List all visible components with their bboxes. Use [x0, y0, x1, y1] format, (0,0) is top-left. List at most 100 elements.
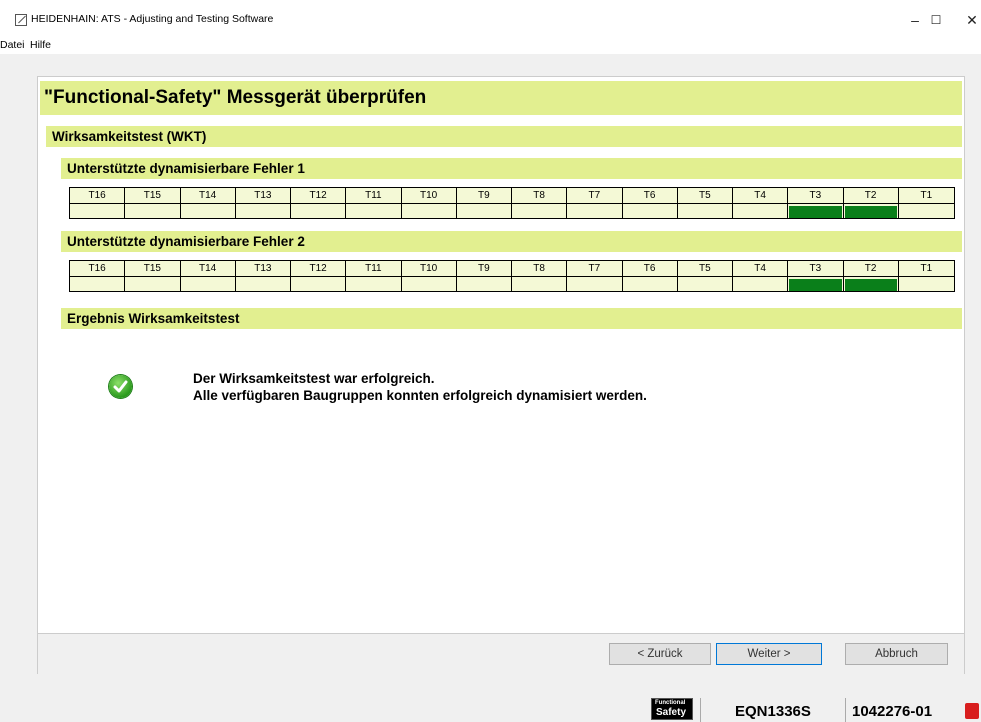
status-cell: [346, 204, 402, 219]
status-cell: [402, 204, 457, 219]
section-result-title: Ergebnis Wirksamkeitstest: [67, 311, 240, 326]
status-cell: [844, 277, 899, 292]
section-errors-2-title: Unterstützte dynamisierbare Fehler 2: [67, 234, 305, 249]
column-header: T14: [181, 188, 236, 203]
device-id: 1042276-01: [852, 703, 933, 720]
status-cell: [567, 277, 623, 292]
back-button[interactable]: < Zurück: [609, 643, 711, 665]
status-cell: [844, 204, 899, 219]
status-cell: [291, 204, 347, 219]
column-header: T15: [125, 261, 181, 276]
errors-2-grid: T16 T15 T14 T13 T12 T11 T10 T9 T8 T7 T6 T5 T4 T3 T2 T1: [69, 260, 955, 292]
status-divider: [845, 698, 846, 722]
column-header: T3: [788, 261, 844, 276]
menu-hilfe[interactable]: Hilfe: [30, 39, 51, 51]
active-indicator: [844, 279, 897, 291]
section-errors-2: Unterstützte dynamisierbare Fehler 2: [61, 231, 962, 252]
status-bar: [0, 700, 981, 722]
status-cell: [457, 277, 512, 292]
column-header: T4: [733, 261, 789, 276]
title-bar: HEIDENHAIN: ATS - Adjusting and Testing …: [0, 0, 981, 38]
status-cell: [678, 277, 733, 292]
logo-line-2: Safety: [656, 707, 687, 718]
status-cell: [125, 277, 181, 292]
section-errors-1: Unterstützte dynamisierbare Fehler 1: [61, 158, 962, 179]
status-cell: [733, 204, 789, 219]
active-indicator: [789, 206, 842, 218]
status-cell: [402, 277, 457, 292]
column-header: T11: [346, 188, 402, 203]
column-header: T9: [457, 188, 512, 203]
logo-line-1: Functional: [655, 700, 686, 706]
column-header: T10: [402, 261, 457, 276]
status-cell: [899, 277, 954, 292]
status-cell: [678, 204, 733, 219]
status-cell: [788, 277, 844, 292]
active-indicator: [844, 206, 897, 218]
status-cell: [236, 204, 291, 219]
column-header: T5: [678, 188, 733, 203]
column-header: T7: [567, 261, 623, 276]
status-cell: [236, 277, 291, 292]
functional-safety-logo: Functional Safety: [651, 698, 693, 720]
status-cell: [181, 204, 236, 219]
section-result: Ergebnis Wirksamkeitstest: [61, 308, 962, 329]
column-header: T12: [291, 261, 347, 276]
status-cell: [70, 204, 126, 219]
minimize-button[interactable]: –: [905, 10, 925, 30]
status-cell: [788, 204, 844, 219]
column-header: T15: [125, 188, 181, 203]
section-errors-1-title: Unterstützte dynamisierbare Fehler 1: [67, 161, 305, 176]
section-wkt-title: Wirksamkeitstest (WKT): [52, 129, 207, 144]
column-header: T16: [70, 261, 126, 276]
success-check-icon: [109, 375, 132, 398]
column-header: T14: [181, 261, 236, 276]
status-cell: [291, 277, 347, 292]
column-header: T13: [236, 261, 291, 276]
status-cell: [733, 277, 789, 292]
status-cell: [512, 204, 568, 219]
result-line-2: Alle verfügbaren Baugruppen konnten erfo…: [193, 388, 647, 403]
column-header: T12: [291, 188, 347, 203]
column-header: T1: [920, 263, 933, 274]
column-header: T13: [236, 188, 291, 203]
errors-1-grid: T16 T15 T14 T13 T12 T11 T10 T9 T8 T7 T6 T5 T4 T3 T2 T1: [69, 187, 955, 219]
column-header: T2: [844, 261, 899, 276]
active-indicator: [789, 279, 842, 291]
maximize-button[interactable]: ☐: [926, 10, 946, 30]
status-divider: [700, 698, 701, 722]
close-button[interactable]: ✕: [962, 10, 981, 30]
column-header: T6: [623, 261, 678, 276]
status-cell: [457, 204, 512, 219]
button-bar: [38, 633, 964, 674]
section-wkt: Wirksamkeitstest (WKT): [46, 126, 962, 147]
status-cell: [623, 277, 678, 292]
cancel-button[interactable]: Abbruch: [845, 643, 948, 665]
column-header: T8: [512, 261, 568, 276]
next-button[interactable]: Weiter >: [716, 643, 822, 665]
column-header: T4: [733, 188, 789, 203]
page-title: "Functional-Safety" Messgerät überprüfen: [44, 87, 427, 108]
column-header: T11: [346, 261, 402, 276]
page-header: "Functional-Safety" Messgerät überprüfen: [40, 81, 962, 115]
menu-datei[interactable]: Datei: [0, 39, 25, 51]
result-line-1: Der Wirksamkeitstest war erfolgreich.: [193, 371, 435, 386]
status-cell: [899, 204, 954, 219]
column-header: T1: [920, 190, 933, 201]
column-header: T3: [788, 188, 844, 203]
status-cell: [70, 277, 126, 292]
status-cell: [623, 204, 678, 219]
status-cell: [512, 277, 568, 292]
status-cell: [346, 277, 402, 292]
column-header: T2: [844, 188, 899, 203]
menu-bar: Datei Hilfe: [0, 38, 981, 54]
alert-icon: [965, 703, 979, 719]
column-header: T7: [567, 188, 623, 203]
app-icon: [15, 14, 27, 26]
column-header: T10: [402, 188, 457, 203]
column-header: T5: [678, 261, 733, 276]
status-cell: [567, 204, 623, 219]
column-header: T8: [512, 188, 568, 203]
status-cell: [125, 204, 181, 219]
window-title: HEIDENHAIN: ATS - Adjusting and Testing …: [31, 13, 274, 25]
